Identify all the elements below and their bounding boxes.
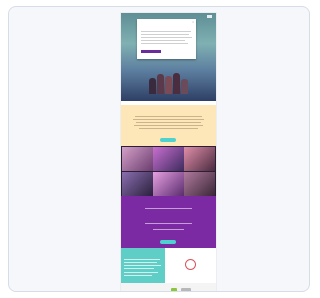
hero-figure bbox=[173, 73, 180, 94]
intro-section bbox=[121, 105, 216, 146]
popup-dialog: × bbox=[137, 19, 196, 59]
intro-cta-button[interactable] bbox=[160, 138, 176, 142]
info-text-line bbox=[124, 272, 158, 273]
signup-input[interactable] bbox=[145, 223, 192, 224]
signup-section bbox=[121, 196, 216, 248]
partner-logo-icon[interactable] bbox=[181, 288, 191, 291]
dialog-text-line bbox=[141, 31, 191, 32]
hero-figure bbox=[165, 76, 172, 94]
screenshot-frame: × bbox=[8, 6, 310, 292]
intro-text-line bbox=[135, 116, 202, 117]
info-text-line bbox=[124, 268, 154, 269]
intro-text-line bbox=[134, 125, 203, 126]
info-text-line bbox=[124, 265, 161, 266]
photo-tile[interactable] bbox=[184, 172, 215, 196]
dialog-text-line bbox=[141, 37, 192, 38]
dialog-text-line bbox=[141, 43, 188, 44]
intro-text-line bbox=[136, 122, 201, 123]
intro-text-line bbox=[133, 119, 204, 120]
signup-text-line bbox=[153, 229, 184, 230]
menu-icon[interactable] bbox=[207, 15, 212, 18]
close-icon[interactable]: × bbox=[192, 20, 194, 24]
photo-tile[interactable] bbox=[153, 172, 184, 196]
promo-panel bbox=[165, 248, 216, 283]
intro-text-line bbox=[139, 128, 198, 129]
hero-figure bbox=[149, 78, 156, 94]
signup-button[interactable] bbox=[160, 240, 176, 244]
partner-logo-icon[interactable] bbox=[171, 288, 177, 291]
hero-image bbox=[147, 68, 189, 94]
hero-links bbox=[121, 95, 216, 99]
dialog-text-line bbox=[141, 40, 185, 41]
info-text-line bbox=[124, 259, 160, 260]
hero-figure bbox=[157, 74, 164, 94]
photo-tile[interactable] bbox=[122, 147, 153, 171]
photo-tile[interactable] bbox=[184, 147, 215, 171]
hero-section: × bbox=[121, 13, 216, 101]
info-panel bbox=[121, 248, 165, 283]
photo-tile[interactable] bbox=[122, 172, 153, 196]
photo-tile[interactable] bbox=[153, 147, 184, 171]
info-text-line bbox=[124, 275, 152, 276]
web-page-preview: × bbox=[121, 13, 216, 291]
dialog-button[interactable] bbox=[141, 50, 161, 53]
dialog-text-line bbox=[141, 34, 189, 35]
hero-figure bbox=[181, 79, 188, 94]
promo-badge-icon bbox=[185, 259, 196, 270]
signup-title-line bbox=[145, 208, 192, 209]
photo-grid bbox=[121, 146, 216, 196]
info-text-line bbox=[124, 262, 157, 263]
site-footer bbox=[121, 283, 216, 291]
